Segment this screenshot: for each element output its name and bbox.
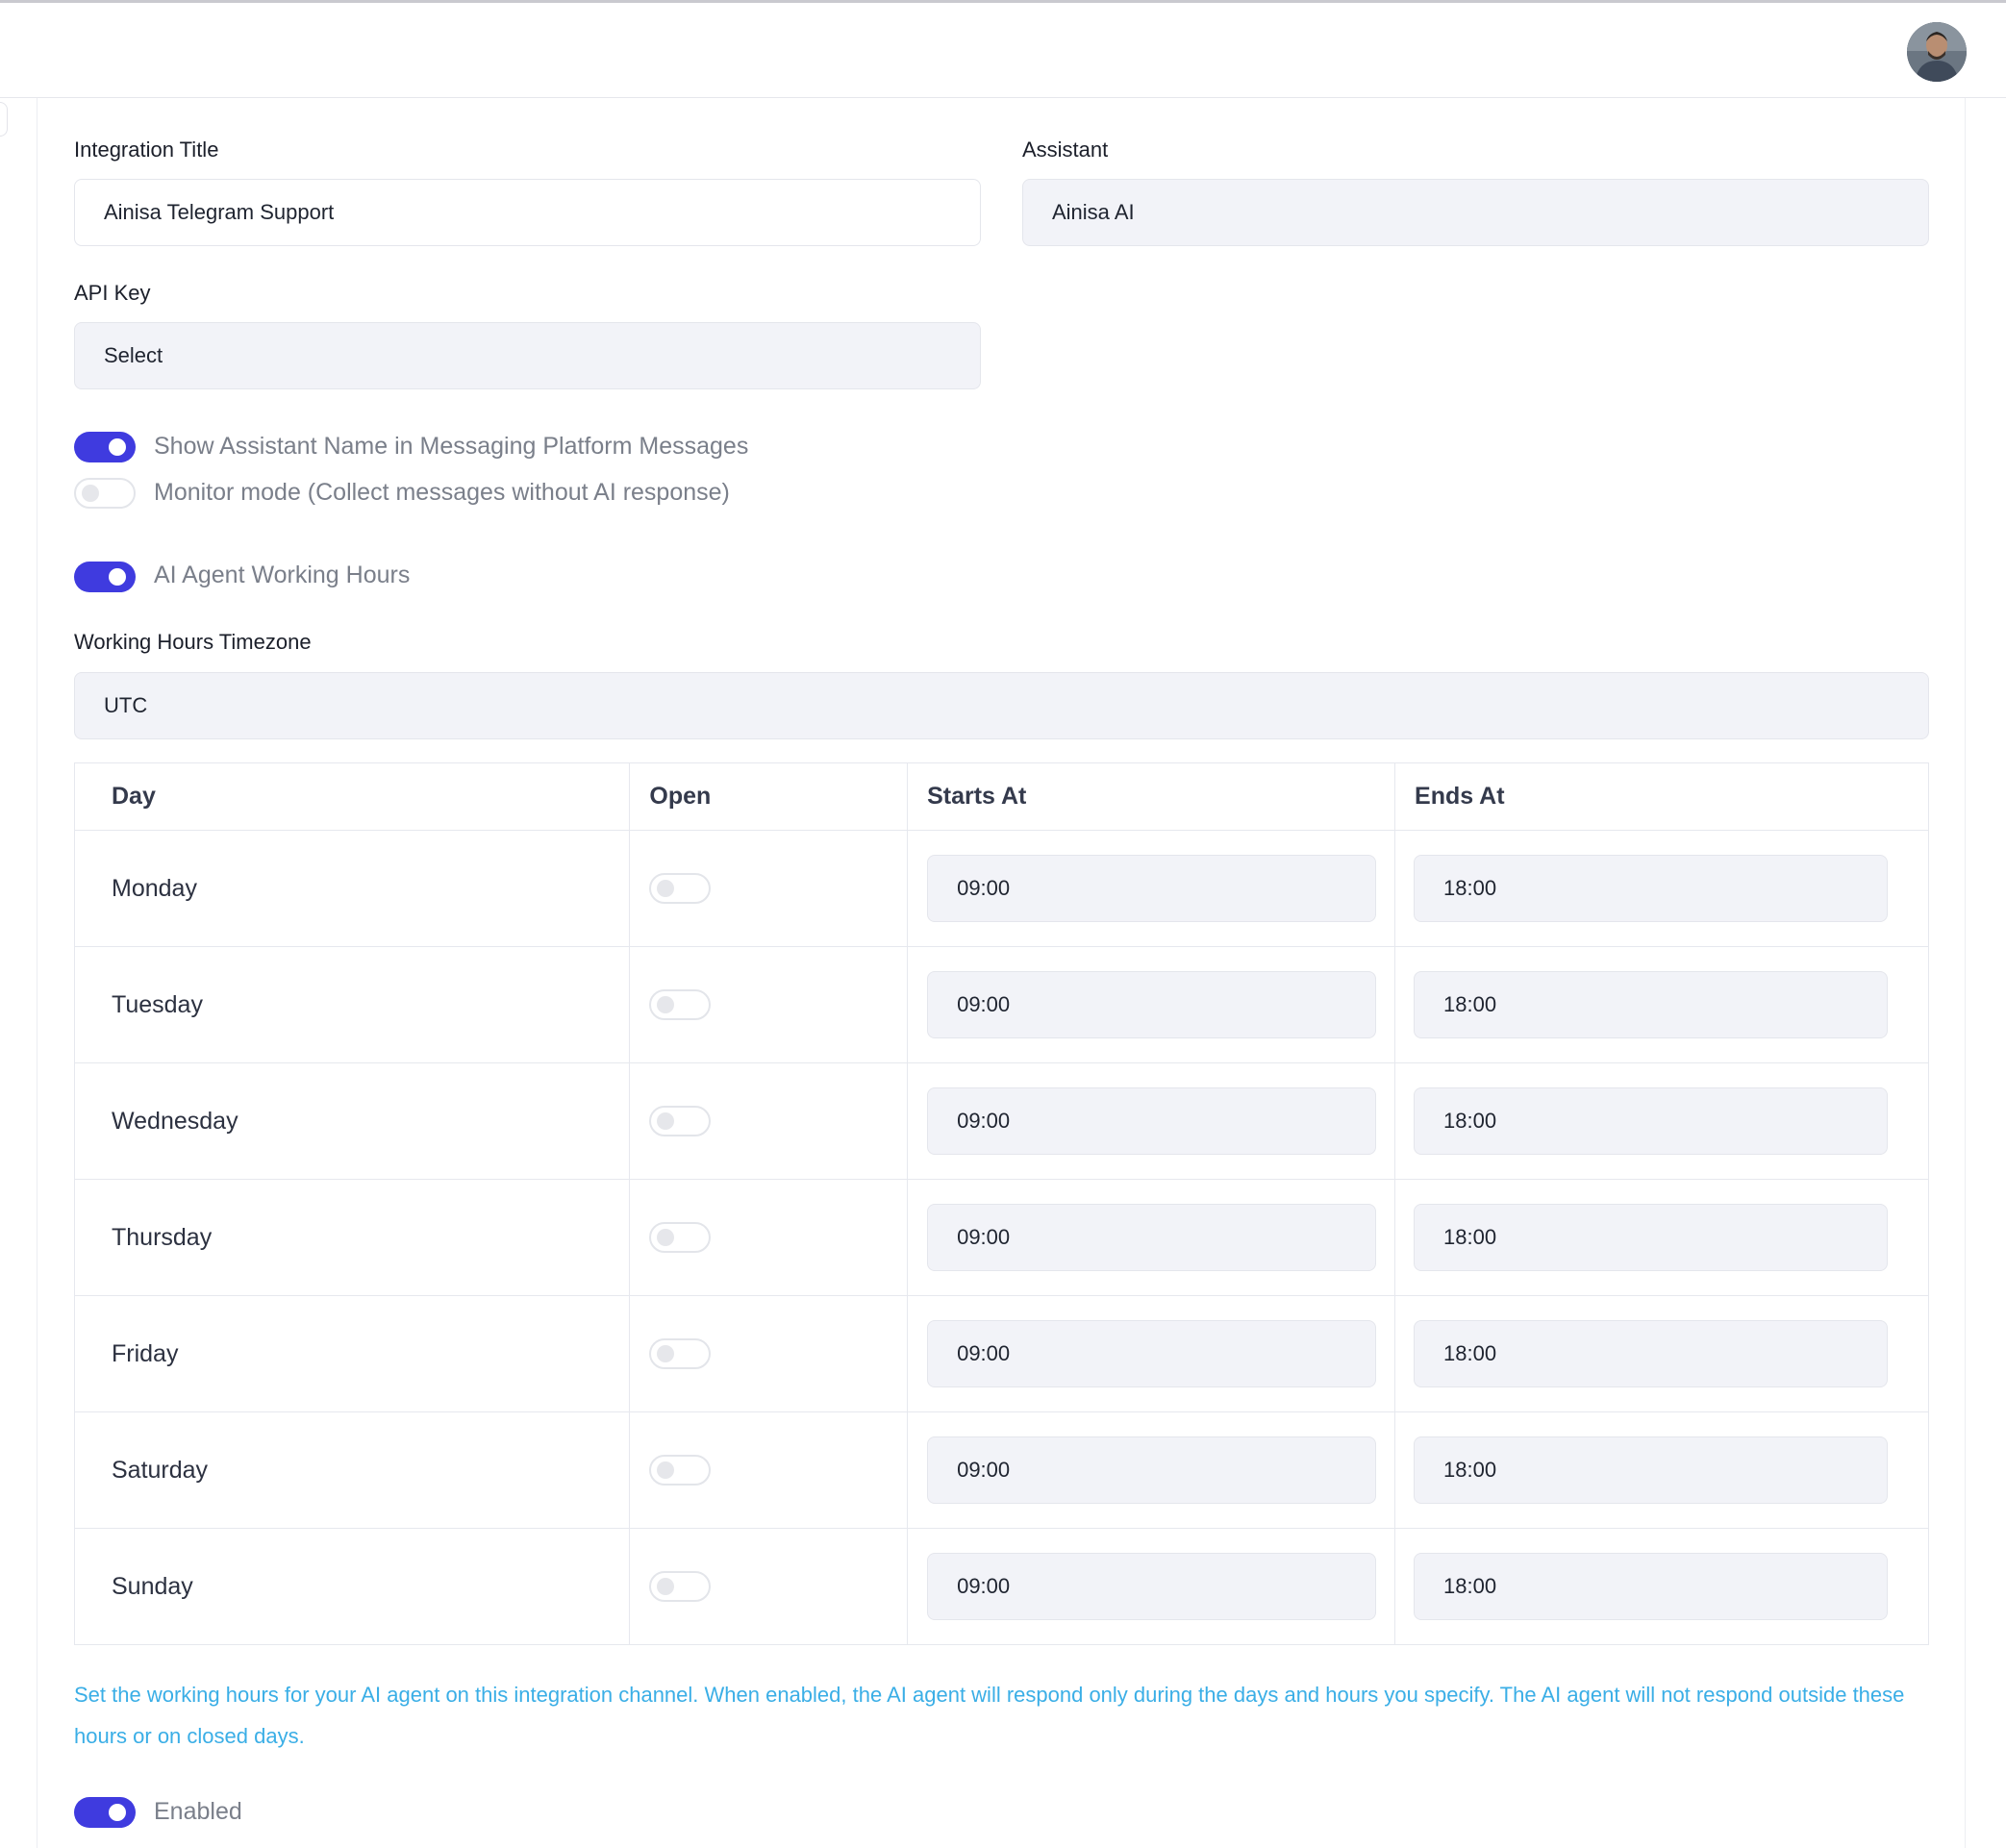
starts-at-input[interactable]: 09:00 xyxy=(927,1204,1377,1271)
ends-cell: 18:00 xyxy=(1394,1295,1929,1412)
toggle-knob xyxy=(657,1112,675,1130)
toggle-knob xyxy=(657,1229,675,1246)
avatar[interactable] xyxy=(1907,22,1967,82)
table-row: Thursday 09:00 18:00 xyxy=(73,1179,1929,1296)
timezone-select[interactable]: UTC xyxy=(74,672,1929,739)
starts-at-input[interactable]: 09:00 xyxy=(927,1553,1377,1620)
card-left-border xyxy=(37,98,38,1848)
toggle-knob xyxy=(657,880,675,897)
starts-cell: 09:00 xyxy=(907,1528,1396,1645)
day-name: Thursday xyxy=(73,1179,631,1296)
open-cell xyxy=(629,1528,909,1645)
day-name: Tuesday xyxy=(73,946,631,1063)
assistant-select[interactable]: Ainisa AI xyxy=(1022,179,1929,246)
table-row: Wednesday 09:00 18:00 xyxy=(73,1062,1929,1180)
working-hours-toggle[interactable] xyxy=(74,562,136,592)
toggle-knob xyxy=(657,1578,675,1595)
assistant-label: Assistant xyxy=(1022,137,1109,162)
open-toggle[interactable] xyxy=(649,1571,712,1602)
starts-at-input[interactable]: 09:00 xyxy=(927,1436,1377,1504)
table-header-row: Day Open Starts At Ends At xyxy=(73,762,1929,831)
working-hours-label: AI Agent Working Hours xyxy=(154,562,411,588)
open-cell xyxy=(629,830,909,947)
enabled-label: Enabled xyxy=(154,1798,242,1825)
open-toggle[interactable] xyxy=(649,1455,712,1486)
ends-at-input[interactable]: 18:00 xyxy=(1414,1087,1889,1155)
api-key-label: API Key xyxy=(74,281,151,305)
day-name: Monday xyxy=(73,830,631,947)
ends-cell: 18:00 xyxy=(1394,1411,1929,1529)
ends-cell: 18:00 xyxy=(1394,1528,1929,1645)
starts-cell: 09:00 xyxy=(907,946,1396,1063)
starts-at-input[interactable]: 09:00 xyxy=(927,1087,1377,1155)
open-cell xyxy=(629,1062,909,1180)
sidebar-collapse-handle[interactable] xyxy=(0,102,8,137)
column-header-starts-at: Starts At xyxy=(907,762,1396,831)
starts-at-input[interactable]: 09:00 xyxy=(927,1320,1377,1387)
integration-title-label: Integration Title xyxy=(74,137,219,162)
integration-title-input[interactable]: Ainisa Telegram Support xyxy=(74,179,981,246)
user-avatar-icon xyxy=(1907,22,1967,82)
starts-cell: 09:00 xyxy=(907,1062,1396,1180)
day-name: Saturday xyxy=(73,1411,631,1529)
show-assistant-name-label: Show Assistant Name in Messaging Platfor… xyxy=(154,433,749,460)
column-header-open: Open xyxy=(629,762,909,831)
monitor-mode-toggle[interactable] xyxy=(74,478,136,509)
ends-at-input[interactable]: 18:00 xyxy=(1414,971,1889,1038)
column-header-day: Day xyxy=(73,762,631,831)
open-toggle[interactable] xyxy=(649,1222,712,1253)
starts-cell: 09:00 xyxy=(907,1179,1396,1296)
toggle-knob xyxy=(82,485,99,502)
table-row: Saturday 09:00 18:00 xyxy=(73,1411,1929,1529)
toggle-knob xyxy=(657,996,675,1013)
toggle-knob xyxy=(109,438,126,456)
ends-cell: 18:00 xyxy=(1394,1179,1929,1296)
table-row: Tuesday 09:00 18:00 xyxy=(73,946,1929,1063)
card-right-border xyxy=(1965,98,1966,1848)
open-toggle[interactable] xyxy=(649,873,712,904)
ends-cell: 18:00 xyxy=(1394,830,1929,947)
working-hours-table: Day Open Starts At Ends At Monday 09:00 … xyxy=(73,762,1929,1645)
top-bar xyxy=(0,0,2006,98)
toggle-knob xyxy=(109,568,126,586)
open-cell xyxy=(629,946,909,1063)
toggle-knob xyxy=(657,1461,675,1479)
ends-at-input[interactable]: 18:00 xyxy=(1414,855,1889,922)
starts-cell: 09:00 xyxy=(907,1411,1396,1529)
ends-cell: 18:00 xyxy=(1394,1062,1929,1180)
toggle-knob xyxy=(109,1804,126,1821)
open-toggle[interactable] xyxy=(649,1106,712,1136)
show-assistant-name-toggle[interactable] xyxy=(74,432,136,462)
ends-at-input[interactable]: 18:00 xyxy=(1414,1204,1889,1271)
day-name: Sunday xyxy=(73,1528,631,1645)
api-key-select[interactable]: Select xyxy=(74,322,981,389)
ends-at-input[interactable]: 18:00 xyxy=(1414,1553,1889,1620)
starts-cell: 09:00 xyxy=(907,1295,1396,1412)
starts-cell: 09:00 xyxy=(907,830,1396,947)
day-name: Friday xyxy=(73,1295,631,1412)
table-row: Monday 09:00 18:00 xyxy=(73,830,1929,947)
open-cell xyxy=(629,1179,909,1296)
column-header-ends-at: Ends At xyxy=(1394,762,1929,831)
enabled-toggle[interactable] xyxy=(74,1797,136,1828)
starts-at-input[interactable]: 09:00 xyxy=(927,971,1377,1038)
toggle-knob xyxy=(657,1345,675,1362)
ends-cell: 18:00 xyxy=(1394,946,1929,1063)
ends-at-input[interactable]: 18:00 xyxy=(1414,1320,1889,1387)
working-hours-help-text: Set the working hours for your AI agent … xyxy=(74,1683,1905,1748)
table-row: Sunday 09:00 18:00 xyxy=(73,1528,1929,1645)
day-name: Wednesday xyxy=(73,1062,631,1180)
open-toggle[interactable] xyxy=(649,989,712,1020)
starts-at-input[interactable]: 09:00 xyxy=(927,855,1377,922)
open-cell xyxy=(629,1295,909,1412)
open-toggle[interactable] xyxy=(649,1338,712,1369)
monitor-mode-label: Monitor mode (Collect messages without A… xyxy=(154,479,730,506)
table-row: Friday 09:00 18:00 xyxy=(73,1295,1929,1412)
ends-at-input[interactable]: 18:00 xyxy=(1414,1436,1889,1504)
open-cell xyxy=(629,1411,909,1529)
timezone-label: Working Hours Timezone xyxy=(74,630,312,654)
